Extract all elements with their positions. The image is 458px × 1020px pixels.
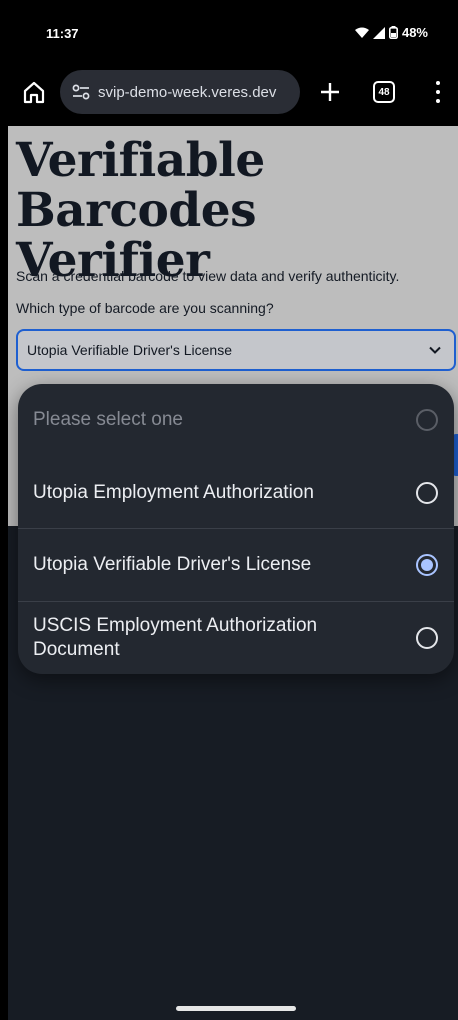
home-button[interactable] xyxy=(20,78,48,106)
option-uscis-ead[interactable]: USCIS Employment Authorization Document xyxy=(18,602,454,674)
option-label: Please select one xyxy=(33,409,183,430)
gesture-handle[interactable] xyxy=(176,1006,296,1011)
option-employment-authorization[interactable]: Utopia Employment Authorization xyxy=(18,456,454,528)
option-drivers-license[interactable]: Utopia Verifiable Driver's License xyxy=(18,529,454,601)
url-text: svip-demo-week.veres.dev xyxy=(98,83,277,101)
status-bar: 11:37 48% xyxy=(0,0,458,56)
signal-icon xyxy=(372,26,385,39)
option-label: Utopia Verifiable Driver's License xyxy=(33,554,312,575)
browser-toolbar: svip-demo-week.veres.dev 48 xyxy=(0,56,458,126)
option-please-select: Please select one xyxy=(18,384,454,456)
barcode-type-label: Which type of barcode are you scanning? xyxy=(16,300,274,316)
new-tab-button[interactable] xyxy=(316,78,344,106)
page-intro: Scan a credential barcode to view data a… xyxy=(16,268,400,284)
tab-switcher-button[interactable]: 48 xyxy=(373,81,395,103)
page-title: Verifiable Barcodes Verifier xyxy=(16,133,265,288)
url-bar[interactable]: svip-demo-week.veres.dev xyxy=(60,70,300,114)
radio-icon[interactable] xyxy=(416,482,438,504)
wifi-icon xyxy=(354,27,369,39)
battery-icon xyxy=(388,26,398,39)
battery-percent: 48% xyxy=(401,25,428,40)
tune-icon[interactable] xyxy=(70,81,92,103)
option-label: USCIS Employment Authorization Document xyxy=(33,615,318,660)
plus-icon xyxy=(321,83,339,101)
radio-icon xyxy=(416,409,438,431)
status-time: 11:37 xyxy=(46,26,79,41)
chevron-down-icon xyxy=(429,346,441,354)
home-icon xyxy=(23,81,45,104)
select-value: Utopia Verifiable Driver's License xyxy=(27,342,232,358)
option-label: Utopia Employment Authorization xyxy=(33,482,314,503)
screen-edge xyxy=(0,126,8,1020)
status-icons: 48% xyxy=(354,25,428,40)
tab-count: 48 xyxy=(378,86,390,98)
more-vert-icon[interactable] xyxy=(428,78,448,106)
barcode-type-select[interactable]: Utopia Verifiable Driver's License xyxy=(16,329,456,371)
select-options-dialog: Please select one Utopia Employment Auth… xyxy=(18,384,454,674)
radio-checked-icon[interactable] xyxy=(416,554,438,576)
radio-icon[interactable] xyxy=(416,627,438,649)
